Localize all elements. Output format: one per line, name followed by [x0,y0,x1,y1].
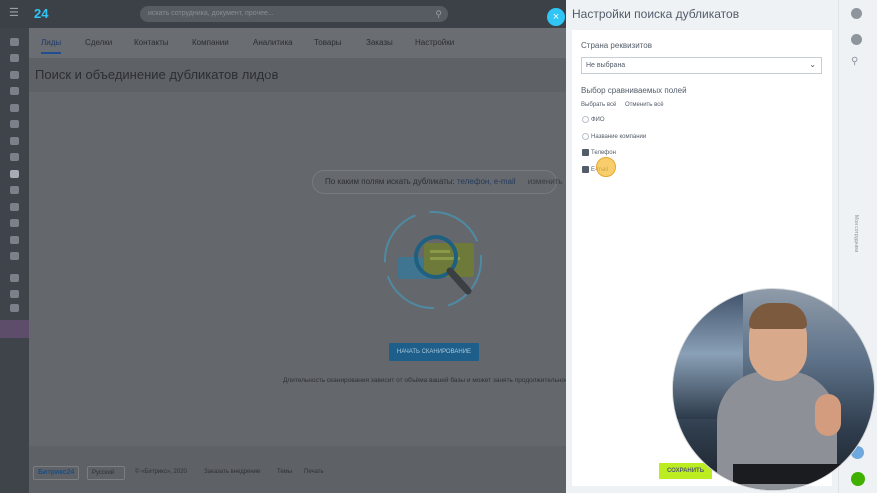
rail-item-docs-icon[interactable] [10,219,19,227]
radio-full-name[interactable] [582,115,589,123]
search-input[interactable]: искать сотрудника, документ, прочее... ⚲ [140,6,448,22]
rail-item-clock-icon[interactable] [10,137,19,145]
duplicates-prompt: По каким полям искать дубликаты: [325,177,455,186]
rail-item-chat-icon[interactable] [10,38,19,46]
scan-illustration [384,211,482,309]
rail-item-contacts-icon[interactable] [10,153,19,161]
rail-item-shop-icon[interactable] [10,203,19,211]
option-phone[interactable]: Телефон [582,148,616,158]
webcam-person-hair [749,303,807,329]
rail-item-user-avatar[interactable] [0,320,29,338]
tab-analytics[interactable]: Аналитика [253,38,293,47]
footer-themes-link[interactable]: Темы [277,469,292,475]
country-select[interactable]: Не выбрана ⌄ [581,57,822,74]
favorite-star-icon[interactable]: ☆ [264,67,275,81]
option-company-name[interactable]: Название компании [582,132,646,142]
menu-icon[interactable]: ☰ [9,8,20,19]
option-full-name[interactable]: ФИО [582,115,605,125]
webcam-keyboard [733,464,873,484]
search-placeholder: искать сотрудника, документ, прочее... [148,10,274,17]
option-label: ФИО [591,117,605,123]
fields-label: Выбор сравниваемых полей [581,86,687,95]
close-panel-button[interactable]: × [547,8,565,26]
country-select-value: Не выбрана [586,62,626,69]
change-fields-link[interactable]: изменить [528,177,563,186]
footer-print-link[interactable]: Печать [304,469,324,475]
rail-item-drive-icon[interactable] [10,104,19,112]
rail-vertical-label[interactable]: Мои сотрудники [849,215,859,252]
rail-item-users-icon[interactable] [10,274,19,282]
checkbox-email[interactable] [582,165,589,173]
footer-order-link[interactable]: Заказать внедрение [204,469,260,475]
tab-companies[interactable]: Компании [192,38,229,47]
start-scan-button[interactable]: НАЧАТЬ СКАНИРОВАНИЕ [389,343,479,361]
chevron-down-icon: ⌄ [809,60,816,69]
rail-item-mail-icon[interactable] [10,252,19,260]
tab-deals[interactable]: Сделки [85,38,112,47]
radio-company-name[interactable] [582,132,589,140]
webcam-person-hand [815,394,841,436]
tab-leads[interactable]: Лиды [41,38,62,54]
select-all-link[interactable]: Выбрать всё [581,102,616,108]
language-select[interactable]: Русский [87,466,125,480]
left-rail [0,28,29,493]
duplicate-fields-pill[interactable]: По каким полям искать дубликаты: телефон… [312,170,563,194]
scan-note: Длительность сканирования зависит от объ… [283,377,566,384]
option-label: Телефон [591,150,616,156]
notifications-bell-icon[interactable] [851,34,862,45]
rail-item-crm-icon[interactable] [10,170,19,178]
logo[interactable]: 24 [34,6,48,21]
rail-item-add-icon[interactable] [10,304,19,312]
footer-copyright: © «Битрикс», 2020 [135,469,187,475]
rail-item-feed-icon[interactable] [10,71,19,79]
rail-item-sites-icon[interactable] [10,186,19,194]
rail-item-apps-icon[interactable] [10,236,19,244]
panel-title: Настройки поиска дубликатов [572,7,740,21]
search-icon[interactable]: ⚲ [435,6,442,22]
tab-orders[interactable]: Заказы [366,38,393,47]
rail-item-calendar-icon[interactable] [10,120,19,128]
footer: Битрикс24 Русский © «Битрикс», 2020 Зака… [29,458,566,486]
tab-products[interactable]: Товары [314,38,342,47]
option-label: Название компании [591,134,647,140]
tab-settings[interactable]: Настройки [415,38,454,47]
search-icon[interactable]: ⚲ [851,56,862,67]
deselect-all-link[interactable]: Отменить всё [625,102,664,108]
rail-item-groups-icon[interactable] [10,87,19,95]
tab-contacts[interactable]: Контакты [134,38,169,47]
duplicates-fields: телефон, e-mail [456,177,516,186]
rail-item-tasks-icon[interactable] [10,54,19,62]
country-label: Страна реквизитов [581,41,652,50]
checkbox-phone[interactable] [582,148,589,156]
rail-item-settings-icon[interactable] [10,290,19,298]
page-title: Поиск и объединение дубликатов лидов [35,67,279,82]
crm-nav: Лиды Сделки Контакты Компании Аналитика … [29,28,566,58]
top-bar: ☰ 24 искать сотрудника, документ, прочее… [0,0,566,28]
crm-app: ☰ 24 искать сотрудника, документ, прочее… [0,0,566,493]
save-button[interactable]: СОХРАНИТЬ [659,463,712,479]
help-icon[interactable] [851,8,862,19]
webcam-overlay [672,288,875,491]
mouse-cursor-highlight [596,157,616,177]
footer-brand[interactable]: Битрикс24 [33,466,80,480]
